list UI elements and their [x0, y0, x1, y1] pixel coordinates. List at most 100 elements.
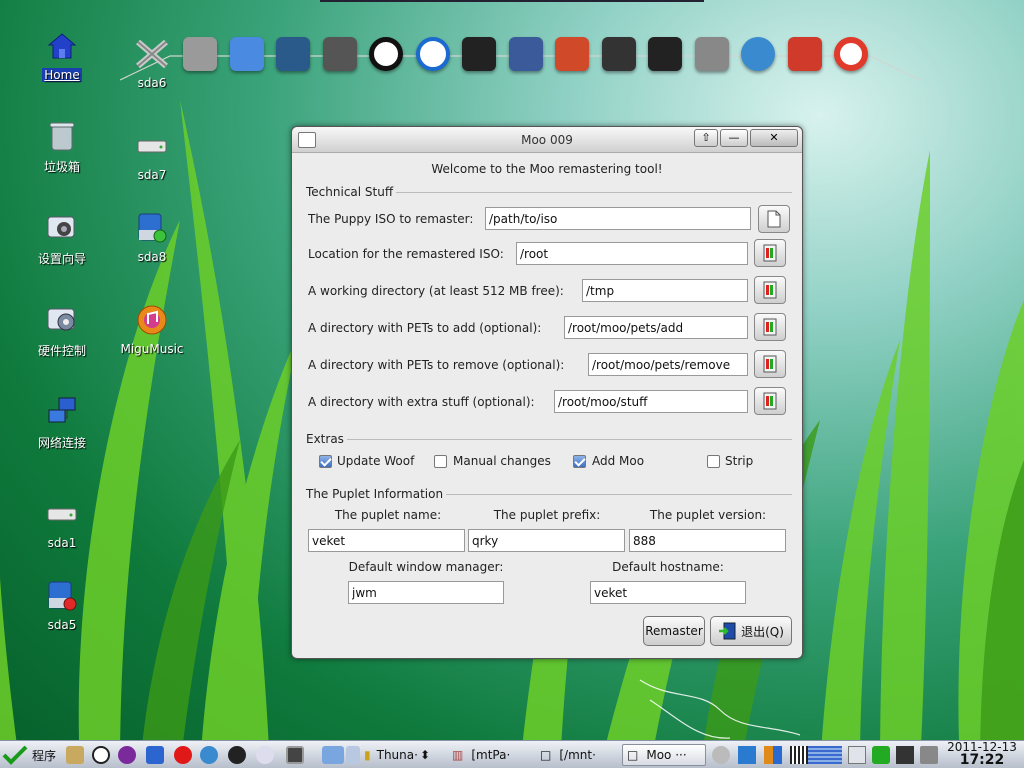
tray-barcode-icon[interactable] — [790, 746, 808, 764]
tray-calculator-icon[interactable] — [848, 746, 866, 764]
pets-remove-label: A directory with PETs to remove (optiona… — [308, 358, 565, 372]
desktop-icon-setup-wizard[interactable]: 设置向导 — [20, 210, 104, 267]
desktop-icon-hardware-control[interactable]: 硬件控制 — [20, 302, 104, 359]
pets-add-browse-button[interactable] — [754, 313, 786, 341]
puplet-name-input[interactable] — [308, 529, 465, 552]
paint-icon[interactable] — [599, 34, 639, 74]
top-panel-edge — [320, 0, 704, 2]
window-manager-input[interactable] — [348, 581, 504, 604]
pager-cell[interactable] — [346, 744, 360, 766]
update-woof-checkbox[interactable] — [319, 455, 332, 468]
working-directory-input[interactable] — [582, 279, 748, 302]
window-minimize-button[interactable]: — — [720, 129, 748, 147]
quicklaunch-package-icon[interactable] — [66, 744, 84, 766]
extras-section-header: Extras — [306, 432, 792, 446]
window-close-button[interactable]: ✕ — [750, 129, 798, 147]
puppy-iso-browse-button[interactable] — [758, 205, 790, 233]
puppy-iso-label: The Puppy ISO to remaster: — [308, 212, 474, 226]
remastered-location-browse-button[interactable] — [754, 239, 786, 267]
quicklaunch-desktop-icon[interactable] — [146, 744, 164, 766]
pets-add-label: A directory with PETs to add (optional): — [308, 321, 542, 335]
quit-button[interactable]: 退出(Q) — [710, 616, 792, 646]
add-moo-checkbox[interactable] — [573, 455, 586, 468]
desktop-icon-sda8[interactable]: sda8 — [110, 210, 194, 264]
trash-icon — [44, 118, 80, 154]
desktop-icon-migumusic[interactable]: MiguMusic — [110, 302, 194, 356]
folder-icon — [763, 318, 777, 336]
start-menu-button[interactable]: 程序 — [2, 744, 56, 766]
desktop-icon-sda5[interactable]: sda5 — [20, 578, 104, 632]
extra-stuff-input[interactable] — [554, 390, 748, 413]
lifebuoy-icon[interactable] — [831, 34, 871, 74]
quicklaunch-qq-icon[interactable] — [228, 744, 246, 766]
task-mtpaint-label: [mtPa· — [471, 748, 511, 762]
hostname-input[interactable] — [590, 581, 746, 604]
task-mtpaint[interactable]: ▥ [mtPa· — [452, 744, 510, 766]
drive-mounted-icon — [134, 210, 170, 246]
notepad-icon[interactable] — [320, 34, 360, 74]
remaster-button-label: Remaster — [645, 624, 703, 638]
usb-drive-icon[interactable] — [645, 34, 685, 74]
crossover-icon — [134, 36, 170, 72]
task-moo[interactable]: □ Moo ··· — [622, 744, 706, 766]
puplet-prefix-input[interactable] — [468, 529, 625, 552]
workspace-pager[interactable] — [322, 744, 344, 766]
desktop-icon-label: MiguMusic — [120, 342, 184, 356]
window-titlebar[interactable]: Moo 009 ⇧ — ✕ — [292, 127, 802, 153]
remastered-location-input[interactable] — [516, 242, 748, 265]
refresh-icon[interactable] — [738, 34, 778, 74]
pets-add-input[interactable] — [564, 316, 748, 339]
desktop-icon-sda6[interactable]: sda6 — [110, 36, 194, 90]
extra-stuff-browse-button[interactable] — [754, 387, 786, 415]
camera-icon[interactable] — [692, 34, 732, 74]
tray-volume-icon[interactable] — [920, 746, 938, 764]
desktop-icon-sda7[interactable]: sda7 — [110, 128, 194, 182]
strip-checkbox[interactable] — [707, 455, 720, 468]
tray-app-icon[interactable] — [764, 746, 782, 764]
window-icon: □ — [540, 748, 552, 762]
presentation-icon[interactable] — [552, 34, 592, 74]
quicklaunch-amule-icon[interactable] — [92, 744, 110, 766]
backup-icon[interactable] — [785, 34, 825, 74]
task-thunar[interactable]: ▮ Thuna· ⬍ — [364, 744, 430, 766]
puplet-version-input[interactable] — [629, 529, 786, 552]
puppy-iso-input[interactable] — [485, 207, 751, 230]
tray-network-icon[interactable] — [896, 746, 914, 764]
desktop-icon-home[interactable]: Home — [20, 28, 104, 82]
manual-changes-checkbox[interactable] — [434, 455, 447, 468]
amule-icon[interactable] — [366, 34, 406, 74]
drive-icon — [44, 496, 80, 532]
working-directory-browse-button[interactable] — [754, 276, 786, 304]
desktop-icon-trash[interactable]: 垃圾箱 — [20, 118, 104, 175]
task-moo-label: Moo ··· — [646, 748, 687, 762]
window-shade-button[interactable]: ⇧ — [694, 129, 718, 147]
quicklaunch-search-icon[interactable] — [256, 744, 274, 766]
pets-remove-input[interactable] — [588, 353, 748, 376]
remaster-button[interactable]: Remaster — [643, 616, 705, 646]
tray-camera-icon[interactable] — [712, 746, 730, 764]
tray-battery-icon[interactable] — [872, 746, 890, 764]
tray-cpu-monitor-icon — [808, 746, 842, 764]
globe-icon[interactable] — [273, 34, 313, 74]
qq-penguin-icon[interactable] — [459, 34, 499, 74]
desktop-icon-network-connection[interactable]: 网络连接 — [20, 394, 104, 451]
clock[interactable]: 2011-12-13 17:22 — [942, 741, 1022, 768]
tray-monitor-icon[interactable] — [738, 746, 756, 764]
network-icon — [44, 394, 80, 430]
quicklaunch-media-icon[interactable] — [118, 744, 136, 766]
desktop-icon-sda1[interactable]: sda1 — [20, 496, 104, 550]
media-player-icon[interactable] — [413, 34, 453, 74]
hardware-icon — [44, 302, 80, 338]
monitor-icon[interactable] — [227, 34, 267, 74]
inkscape-icon[interactable] — [506, 34, 546, 74]
show-desktop-button[interactable] — [286, 744, 304, 766]
pets-remove-browse-button[interactable] — [754, 350, 786, 378]
section-label: Extras — [306, 432, 347, 446]
wizard-icon — [44, 210, 80, 246]
quicklaunch-opera-icon[interactable] — [174, 744, 192, 766]
task-mnt[interactable]: □ [/mnt· — [540, 744, 596, 766]
technical-section-header: Technical Stuff — [306, 185, 792, 199]
desktop-icon-label: 设置向导 — [37, 252, 86, 266]
update-woof-label: Update Woof — [337, 454, 415, 468]
quicklaunch-browser-icon[interactable] — [200, 744, 218, 766]
